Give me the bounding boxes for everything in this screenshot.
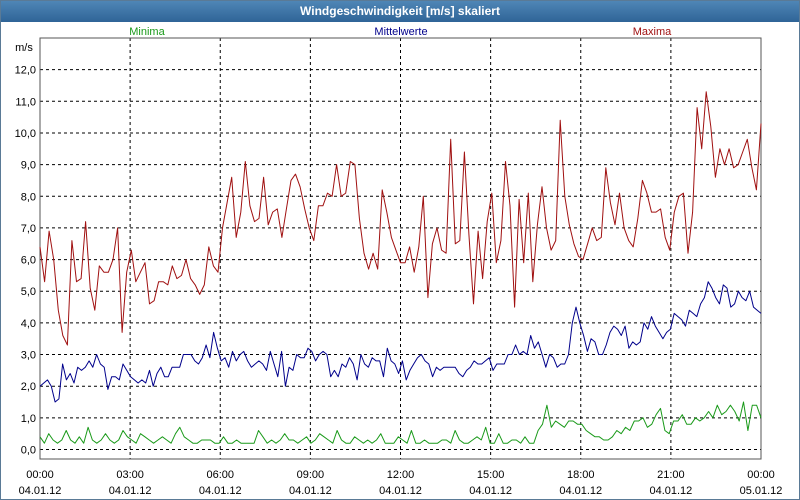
x-tick-date: 04.01.12 [289, 485, 332, 497]
y-tick-label: 10,0 [15, 128, 36, 140]
y-tick-label: 4,0 [21, 318, 36, 330]
x-tick-date: 04.01.12 [379, 485, 422, 497]
x-axis: 00:00 04.01.12 03:00 04.01.12 06:00 04.01.12 0… [19, 469, 783, 497]
chart-plot: 0,0 1,0 2,0 3,0 4,0 5,0 6,0 7,0 8,0 9,0 10,0 11,0 12… [15, 26, 783, 497]
y-tick-label: 11,0 [15, 96, 36, 108]
y-axis-unit: m/s [15, 42, 33, 54]
y-tick-label: 2,0 [21, 381, 36, 393]
x-tick-date: 04.01.12 [469, 485, 512, 497]
legend-maxima: Maxima [633, 26, 672, 38]
y-tick-label: 9,0 [21, 160, 36, 172]
x-tick-time: 06:00 [206, 469, 234, 481]
x-tick-date: 05.01.12 [740, 485, 783, 497]
x-tick-time: 12:00 [387, 469, 415, 481]
y-tick-label: 1,0 [21, 413, 36, 425]
x-tick-date: 04.01.12 [649, 485, 692, 497]
x-tick-date: 04.01.12 [199, 485, 242, 497]
y-tick-label: 7,0 [21, 223, 36, 235]
x-tick-time: 00:00 [26, 469, 54, 481]
y-tick-label: 8,0 [21, 191, 36, 203]
x-tick-time: 03:00 [116, 469, 144, 481]
x-tick-time: 21:00 [657, 469, 685, 481]
legend-mittelwerte: Mittelwerte [374, 26, 427, 38]
y-tick-label: 5,0 [21, 286, 36, 298]
x-tick-time: 09:00 [297, 469, 325, 481]
y-tick-label: 6,0 [21, 255, 36, 267]
x-tick-date: 04.01.12 [19, 485, 62, 497]
legend-minima: Minima [129, 26, 165, 38]
grid-lines [40, 38, 761, 459]
series-line-mittelwerte [39, 281, 762, 403]
y-axis: 0,0 1,0 2,0 3,0 4,0 5,0 6,0 7,0 8,0 9,0 10,0 11,0 12… [15, 65, 36, 457]
x-tick-date: 04.01.12 [559, 485, 602, 497]
x-tick-date: 04.01.12 [109, 485, 152, 497]
y-tick-label: 12,0 [15, 65, 36, 77]
x-tick-time: 18:00 [567, 469, 595, 481]
x-tick-time: 15:00 [477, 469, 505, 481]
y-tick-label: 0,0 [21, 445, 36, 457]
y-tick-label: 3,0 [21, 350, 36, 362]
x-tick-time: 00:00 [747, 469, 775, 481]
